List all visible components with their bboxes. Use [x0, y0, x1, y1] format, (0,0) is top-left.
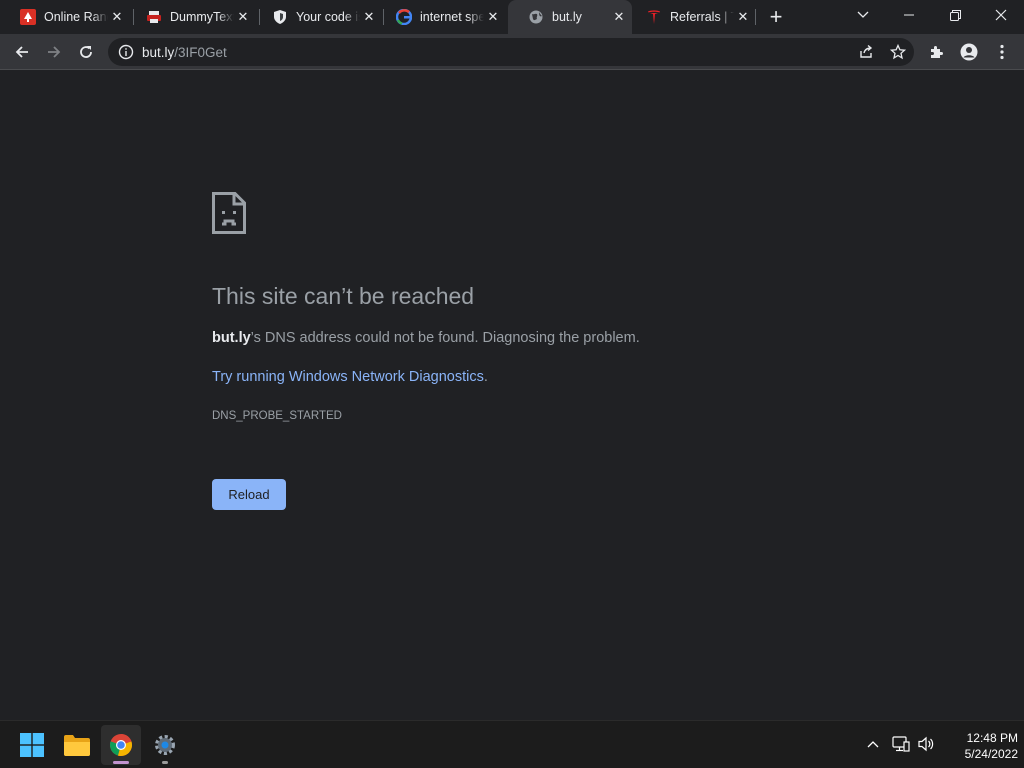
error-page: This site can’t be reached but.ly’s DNS …	[0, 71, 1024, 720]
chrome-icon	[109, 734, 133, 757]
settings-taskbar-button[interactable]	[145, 725, 185, 765]
active-indicator	[113, 761, 129, 764]
url-text[interactable]: but.ly/3IF0Get	[142, 45, 227, 60]
folder-icon	[64, 735, 90, 756]
sad-document-icon	[212, 192, 246, 234]
windows-taskbar: 12:48 PM 5/24/2022	[0, 720, 1024, 768]
forward-button[interactable]	[40, 38, 68, 66]
profile-button[interactable]	[955, 38, 983, 66]
tab-title: DummyText	[170, 10, 234, 24]
volume-button[interactable]	[915, 733, 937, 755]
network-icon	[892, 736, 910, 752]
error-description: but.ly’s DNS address could not be found.…	[212, 330, 640, 346]
show-hidden-icons-button[interactable]	[862, 733, 884, 755]
tab-dummytext[interactable]: DummyText ✕	[126, 0, 256, 34]
close-tab-icon[interactable]: ✕	[484, 8, 502, 26]
network-diagnostics-link[interactable]: Try running Windows Network Diagnostics	[212, 369, 484, 385]
clock-time: 12:48 PM	[966, 731, 1018, 745]
tab-title: Online Random	[44, 10, 108, 24]
back-button[interactable]	[8, 38, 36, 66]
globe-favicon-icon	[528, 9, 544, 25]
star-icon	[890, 44, 906, 60]
close-tab-icon[interactable]: ✕	[234, 8, 252, 26]
close-tab-icon[interactable]: ✕	[734, 8, 752, 26]
tab-title: Referrals | Tesla	[670, 10, 734, 24]
error-code: DNS_PROBE_STARTED	[212, 410, 342, 422]
tesla-favicon-icon	[646, 9, 662, 25]
close-icon	[995, 9, 1007, 21]
tab-your-code[interactable]: Your code is ✕	[252, 0, 382, 34]
tab-referrals-tesla[interactable]: Referrals | Tesla ✕	[626, 0, 756, 34]
info-icon[interactable]	[118, 44, 134, 60]
printer-favicon-icon	[146, 9, 162, 25]
file-explorer-button[interactable]	[57, 725, 97, 765]
clock-button[interactable]: 12:48 PM 5/24/2022	[940, 730, 1018, 762]
tab-title: Your code is	[296, 10, 360, 24]
tab-strip: Online Random ✕ DummyText ✕ Your code is…	[0, 0, 1024, 34]
error-heading: This site can’t be reached	[212, 283, 475, 309]
refresh-icon	[80, 46, 92, 58]
minimize-icon	[904, 14, 914, 16]
network-button[interactable]	[890, 733, 912, 755]
clock-date: 5/24/2022	[964, 747, 1018, 761]
new-tab-button[interactable]: +	[764, 4, 788, 29]
restore-icon	[949, 9, 961, 21]
tab-online-random[interactable]: Online Random ✕	[0, 0, 130, 34]
chevron-up-icon	[867, 741, 879, 748]
close-tab-icon[interactable]: ✕	[108, 8, 126, 26]
minimize-button[interactable]	[886, 0, 932, 30]
tree-favicon-icon	[20, 9, 36, 25]
bookmark-button[interactable]	[888, 42, 908, 62]
avatar-icon	[960, 43, 978, 61]
gear-icon	[155, 735, 175, 755]
chevron-down-icon	[857, 11, 869, 18]
tab-internet-speed[interactable]: internet speed ✕	[376, 0, 506, 34]
suggestion-period: .	[483, 369, 488, 385]
menu-button[interactable]	[988, 38, 1016, 66]
error-suggestion: Try running Windows Network Diagnostics.	[212, 369, 488, 385]
reload-page-button[interactable]	[72, 38, 100, 66]
share-button[interactable]	[856, 42, 876, 62]
tab-search-button[interactable]	[840, 0, 886, 30]
shield-favicon-icon	[272, 9, 288, 25]
start-button[interactable]	[12, 725, 52, 765]
running-indicator	[162, 761, 168, 764]
browser-toolbar: but.ly/3IF0Get	[0, 34, 1024, 70]
extensions-button[interactable]	[923, 38, 951, 66]
kebab-menu-icon	[1000, 44, 1004, 60]
url-host: but.ly	[142, 45, 175, 60]
windows-logo-icon	[20, 733, 44, 757]
tab-title: but.ly	[552, 10, 582, 24]
google-favicon-icon	[396, 9, 412, 25]
restore-button[interactable]	[932, 0, 978, 30]
tab-title: internet speed	[420, 10, 484, 24]
close-window-button[interactable]	[978, 0, 1024, 30]
chrome-taskbar-button[interactable]	[101, 725, 141, 765]
url-path: /3IF0Get	[174, 45, 227, 60]
arrow-right-icon	[48, 46, 61, 58]
error-description-text: ’s DNS address could not be found. Diagn…	[250, 330, 640, 346]
reload-button[interactable]: Reload	[212, 479, 286, 510]
tab-butly-active[interactable]: but.ly ✕	[508, 0, 632, 34]
error-host: but.ly	[212, 330, 251, 346]
share-icon	[860, 44, 873, 58]
speaker-icon	[918, 736, 934, 752]
arrow-left-icon	[15, 46, 28, 58]
puzzle-icon	[931, 46, 943, 58]
address-bar[interactable]: but.ly/3IF0Get	[108, 38, 914, 66]
